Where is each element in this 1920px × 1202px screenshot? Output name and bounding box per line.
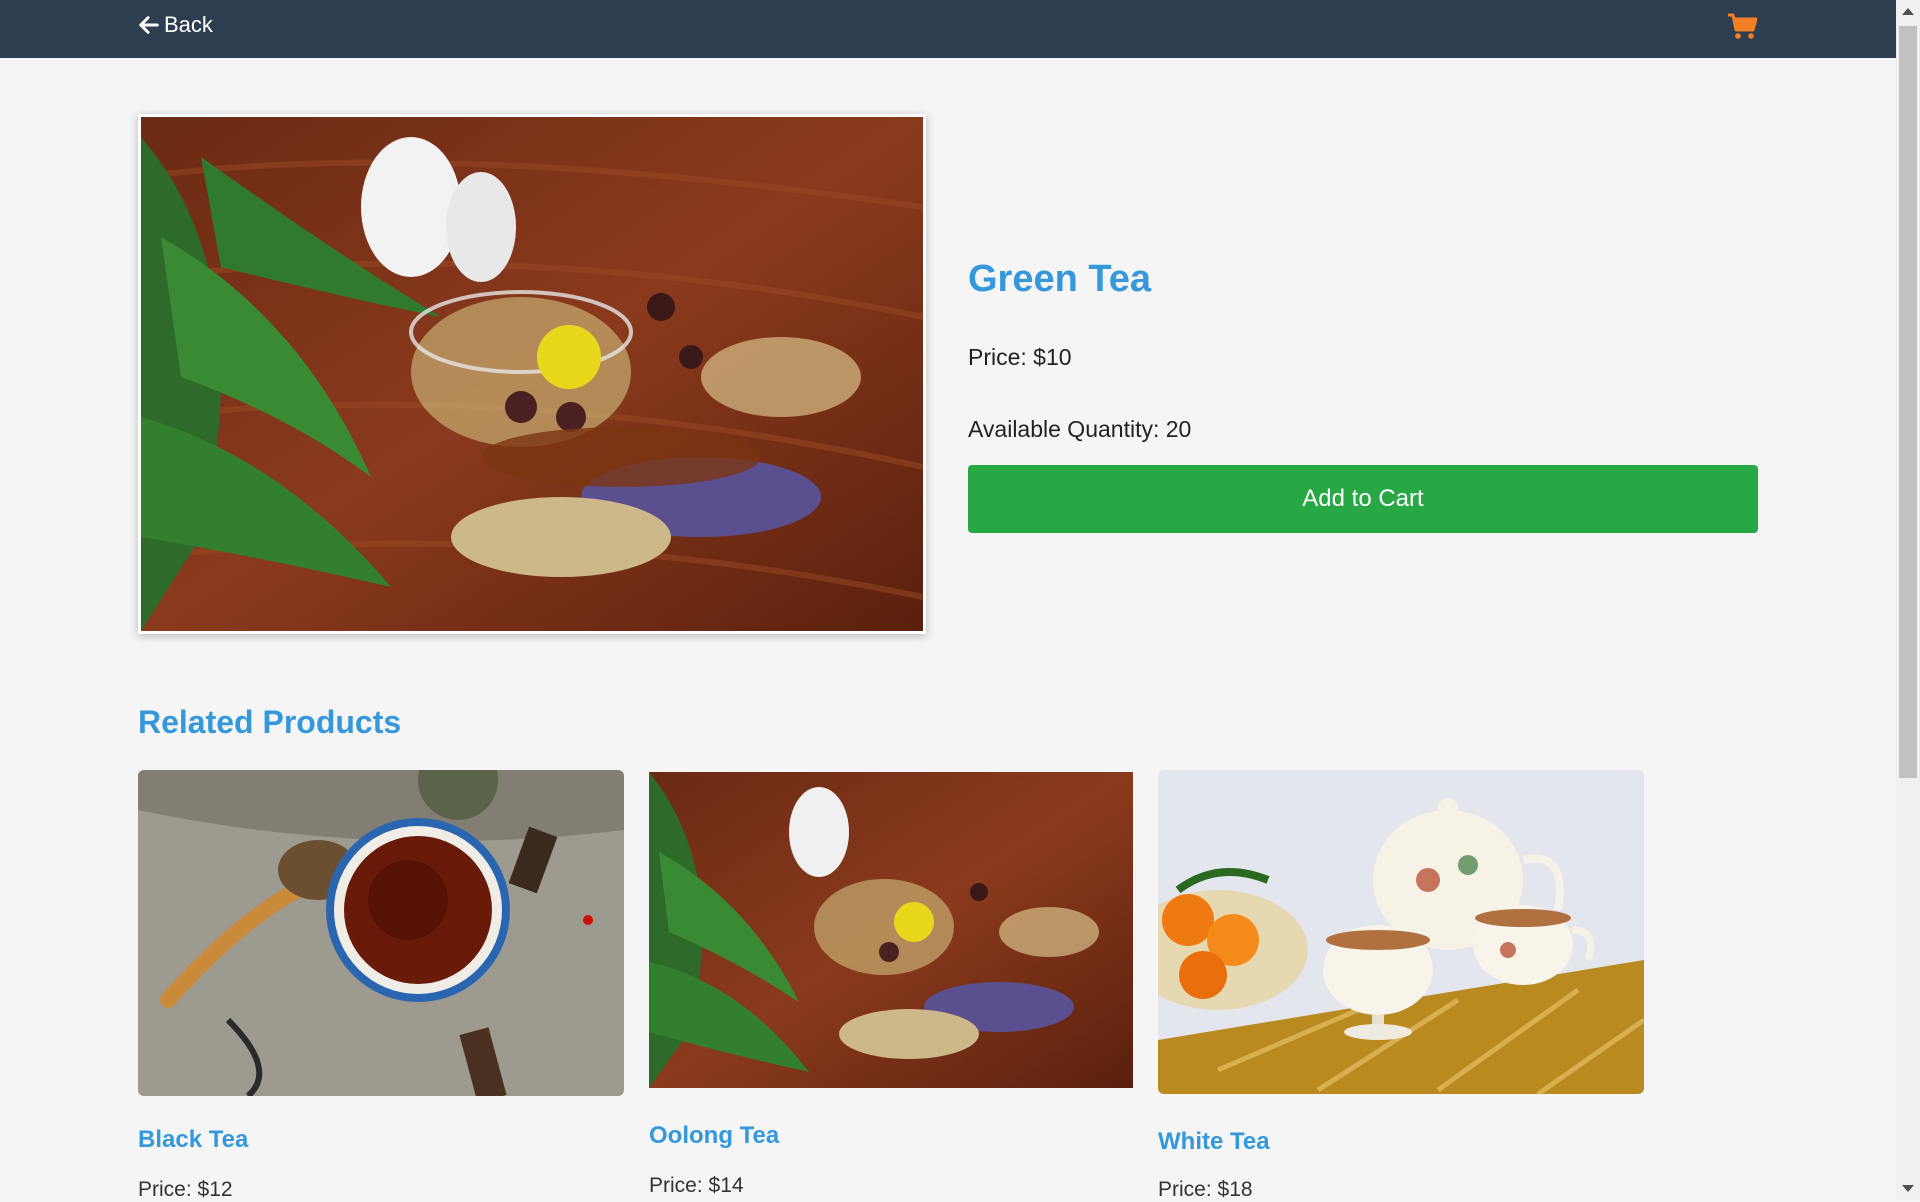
related-item-name[interactable]: Oolong Tea xyxy=(649,1122,779,1150)
related-item-price: Price: $18 xyxy=(1158,1178,1253,1201)
related-item-price: Price: $12 xyxy=(138,1178,233,1201)
product-price: Price: $10 xyxy=(968,344,1072,370)
scroll-down-arrow-icon[interactable] xyxy=(1902,1185,1914,1192)
shopping-cart-icon xyxy=(1728,13,1758,39)
scrollbar-thumb[interactable] xyxy=(1899,26,1917,778)
cart-button[interactable] xyxy=(1726,10,1760,44)
add-to-cart-button[interactable]: Add to Cart xyxy=(968,465,1758,533)
related-item-name[interactable]: White Tea xyxy=(1158,1128,1270,1156)
page-scrollbar[interactable] xyxy=(1896,0,1920,1200)
oolong-tea-photo[interactable] xyxy=(649,772,1133,1088)
top-navbar: Back xyxy=(0,0,1896,58)
white-tea-photo[interactable] xyxy=(1158,770,1644,1094)
scroll-up-arrow-icon[interactable] xyxy=(1902,8,1914,15)
related-products-heading: Related Products xyxy=(138,704,402,740)
green-tea-photo xyxy=(141,117,923,631)
related-item-price: Price: $14 xyxy=(649,1174,744,1197)
arrow-left-icon xyxy=(139,16,159,34)
product-image xyxy=(138,114,926,634)
black-tea-photo[interactable] xyxy=(138,770,624,1096)
back-label: Back xyxy=(164,12,213,37)
product-quantity: Available Quantity: 20 xyxy=(968,416,1192,442)
related-card-white-tea[interactable]: White Tea Price: $18 xyxy=(1158,770,1644,1201)
related-item-name[interactable]: Black Tea xyxy=(138,1126,248,1154)
product-title: Green Tea xyxy=(968,258,1152,300)
related-card-oolong-tea[interactable]: Oolong Tea Price: $14 xyxy=(649,772,1133,1197)
back-link[interactable]: Back xyxy=(138,12,213,38)
related-card-black-tea[interactable]: Black Tea Price: $12 xyxy=(138,770,624,1201)
